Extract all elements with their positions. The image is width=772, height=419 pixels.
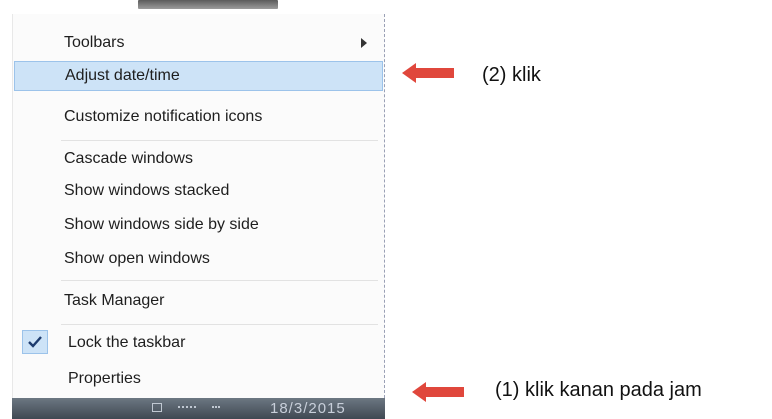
menu-item-properties[interactable]: Properties: [14, 364, 383, 394]
menu-separator: [61, 140, 378, 141]
menu-item-show-windows-stacked[interactable]: Show windows stacked: [14, 176, 383, 206]
menu-item-label: Lock the taskbar: [68, 334, 186, 351]
menu-item-toolbars[interactable]: Toolbars: [14, 28, 383, 58]
menu-item-adjust-date-time[interactable]: Adjust date/time: [14, 61, 383, 91]
arrow-left-icon: [412, 382, 464, 402]
menu-item-label: Task Manager: [64, 292, 165, 309]
menu-item-customize-notification-icons[interactable]: Customize notification icons: [14, 102, 383, 132]
menu-item-label: Toolbars: [64, 34, 125, 51]
network-icon[interactable]: [178, 406, 196, 411]
menu-item-show-open-windows[interactable]: Show open windows: [14, 244, 383, 274]
menu-item-label: Show windows stacked: [64, 182, 230, 199]
window-edge: [138, 0, 278, 9]
action-center-icon[interactable]: [152, 403, 162, 412]
volume-icon[interactable]: [212, 406, 220, 411]
menu-item-label: Cascade windows: [64, 150, 193, 167]
menu-item-task-manager[interactable]: Task Manager: [14, 286, 383, 316]
menu-separator: [61, 280, 378, 281]
menu-item-label: Properties: [68, 370, 141, 387]
checkmark-icon: [22, 330, 48, 354]
menu-item-lock-the-taskbar[interactable]: Lock the taskbar: [14, 328, 383, 358]
menu-item-cascade-windows[interactable]: Cascade windows: [14, 144, 383, 174]
annotation-step-1: (1) klik kanan pada jam: [495, 379, 702, 401]
menu-item-label: Show open windows: [64, 250, 210, 267]
menu-item-label: Customize notification icons: [64, 108, 263, 125]
menu-separator: [61, 324, 378, 325]
taskbar-context-menu: Toolbars Adjust date/time Customize noti…: [12, 14, 385, 398]
arrow-left-icon: [402, 63, 454, 83]
menu-item-label: Adjust date/time: [65, 67, 180, 84]
taskbar: 18/3/2015: [12, 398, 385, 419]
submenu-arrow-icon: [361, 38, 367, 48]
menu-item-label: Show windows side by side: [64, 216, 259, 233]
taskbar-clock[interactable]: 18/3/2015: [270, 400, 346, 417]
menu-item-show-windows-side-by-side[interactable]: Show windows side by side: [14, 210, 383, 240]
annotation-step-2: (2) klik: [482, 64, 541, 86]
